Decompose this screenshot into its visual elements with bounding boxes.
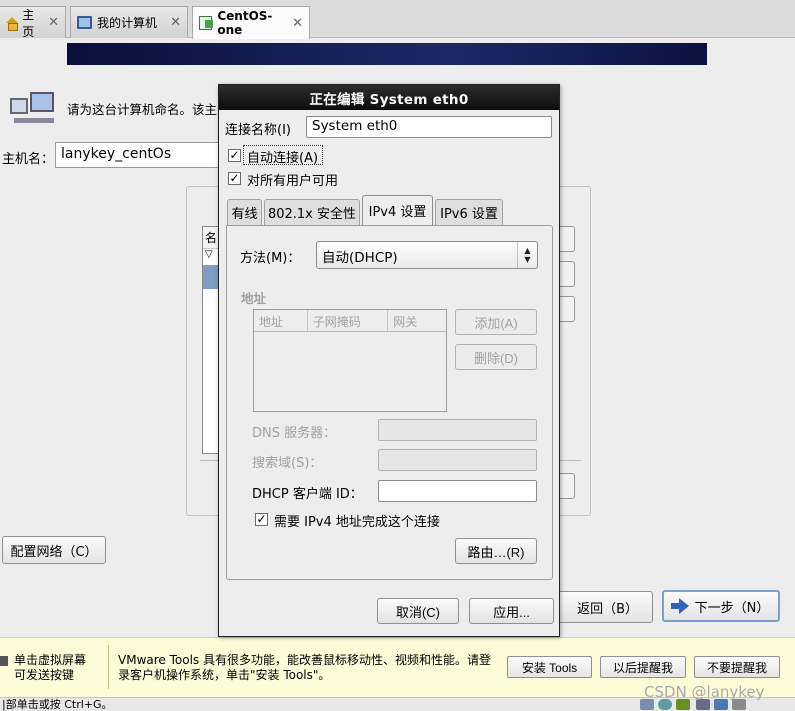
installer-banner: [67, 43, 707, 65]
tab-8021x-security[interactable]: 802.1x 安全性: [264, 199, 360, 225]
panel-button-edge[interactable]: [559, 226, 575, 252]
column-gateway: 网关: [393, 315, 418, 329]
vm-tab-strip: 主页 ✕ 我的计算机 ✕ CentOS-one ✕: [0, 0, 795, 39]
back-button[interactable]: 返回（B）: [551, 591, 653, 623]
all-users-checkbox[interactable]: ✓: [228, 172, 241, 185]
tab-my-computer-label: 我的计算机: [97, 16, 158, 30]
home-icon: [5, 16, 19, 31]
routes-button[interactable]: 路由…(R): [455, 538, 537, 564]
never-remind-button[interactable]: 不要提醒我: [694, 656, 780, 678]
dns-servers-label: DNS 服务器：: [252, 426, 337, 441]
chevron-updown-icon: ▲ ▼: [517, 242, 537, 268]
apply-button[interactable]: 应用...: [469, 598, 554, 624]
delete-address-button[interactable]: 删除(D): [455, 344, 537, 370]
arrow-right-icon: [670, 598, 689, 614]
require-ipv4-checkbox[interactable]: ✓: [255, 513, 268, 526]
all-users-label[interactable]: 对所有用户可用: [247, 170, 338, 189]
dns-servers-input[interactable]: [378, 419, 537, 441]
dhcp-client-id-input[interactable]: [378, 480, 537, 502]
close-icon[interactable]: ✕: [48, 15, 59, 30]
method-label: 方法(M)：: [240, 251, 301, 266]
auto-connect-label[interactable]: 自动连接(A): [247, 147, 318, 166]
close-icon[interactable]: ✕: [292, 16, 303, 31]
auto-connect-checkbox[interactable]: ✓: [228, 149, 241, 162]
cancel-button[interactable]: 取消(C): [377, 598, 459, 624]
method-select[interactable]: 自动(DHCP) ▲ ▼: [316, 241, 538, 269]
address-table-header: 地址 子网掩码 网关: [254, 310, 446, 332]
remind-later-button[interactable]: 以后提醒我: [600, 656, 686, 678]
panel-button-edge[interactable]: [559, 296, 575, 322]
tab-home[interactable]: 主页 ✕: [0, 6, 66, 39]
panel-button-edge[interactable]: [559, 261, 575, 287]
watermark: CSDN @lanykey: [644, 683, 765, 701]
method-select-value: 自动(DHCP): [322, 250, 398, 266]
edit-connection-dialog: 正在编辑 System eth0 连接名称(I) System eth0 ✓ 自…: [218, 84, 560, 637]
vm-icon: [199, 16, 214, 30]
tab-wired[interactable]: 有线: [227, 199, 262, 225]
divider: [200, 460, 218, 461]
connection-name-label: 连接名称(I): [225, 123, 291, 138]
column-netmask: 子网掩码: [308, 310, 389, 331]
hostname-prompt: 请为这台计算机命名。该主机名: [67, 102, 217, 117]
column-address: 地址: [254, 310, 308, 331]
network-computers-icon: [10, 92, 58, 126]
panel-button-edge[interactable]: [559, 473, 575, 499]
install-tools-button[interactable]: 安装 Tools: [507, 656, 592, 678]
hint-line-1: 单击虚拟屏幕: [14, 653, 87, 667]
tab-ipv6-settings[interactable]: IPv6 设置: [435, 199, 503, 225]
mouse-icon: [0, 655, 8, 666]
tab-centos-one-label: CentOS-one: [217, 9, 273, 37]
close-icon[interactable]: ✕: [170, 15, 181, 30]
tools-message: VMware Tools 具有很多功能，能改善鼠标移动性、视频和性能。请登录客户…: [118, 653, 491, 682]
computer-icon: [77, 16, 92, 29]
configure-network-button[interactable]: 配置网络（C）: [2, 536, 106, 564]
dialog-title: 正在编辑 System eth0: [219, 85, 559, 110]
divider: [108, 645, 109, 689]
add-address-button[interactable]: 添加(A): [455, 309, 537, 335]
click-screen-hint: 单击虚拟屏幕 可发送按键: [0, 653, 86, 683]
hostname-label: 主机名：: [2, 152, 55, 167]
tab-ipv4-settings[interactable]: IPv4 设置: [362, 195, 433, 225]
address-table[interactable]: 地址 子网掩码 网关: [253, 309, 447, 412]
address-section-title: 地址: [241, 291, 267, 306]
tab-my-computer[interactable]: 我的计算机 ✕: [70, 6, 188, 38]
search-domains-input[interactable]: [378, 449, 537, 471]
next-button[interactable]: 下一步（N）: [662, 590, 780, 622]
require-ipv4-label[interactable]: 需要 IPv4 地址完成这个连接: [274, 511, 440, 530]
tab-centos-one[interactable]: CentOS-one ✕: [192, 6, 310, 39]
search-domains-label: 搜索域(S)：: [252, 456, 323, 471]
divider: [559, 460, 581, 461]
next-button-label: 下一步（N）: [694, 600, 770, 616]
connection-name-input[interactable]: System eth0: [306, 116, 552, 138]
hostname-input[interactable]: lanykey_centOs: [55, 142, 225, 168]
hint-line-2: 可发送按键: [14, 668, 75, 682]
dhcp-client-id-label: DHCP 客户端 ID：: [252, 487, 363, 502]
tab-home-label: 主页: [22, 7, 35, 39]
